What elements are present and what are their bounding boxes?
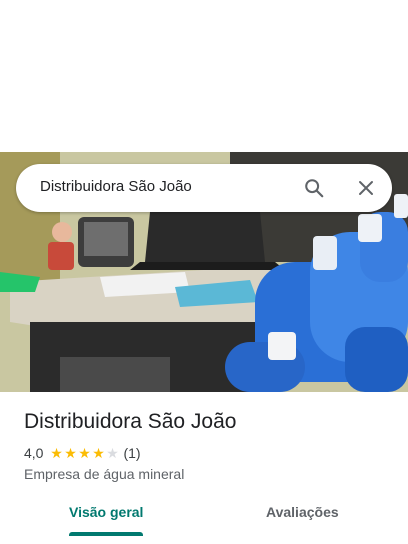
- active-tab-indicator: [69, 532, 143, 536]
- rating-row: 4,0 ★ ★ ★ ★ ★ (1): [24, 445, 141, 461]
- star-icon: ★: [106, 445, 119, 461]
- place-category[interactable]: Empresa de água mineral: [24, 466, 184, 482]
- close-button[interactable]: [354, 176, 378, 200]
- rating-value: 4,0: [24, 445, 44, 461]
- star-icon: ★: [64, 445, 77, 461]
- star-icon: ★: [92, 445, 105, 461]
- star-icon: ★: [78, 445, 91, 461]
- close-icon: [359, 181, 373, 195]
- search-icon: [305, 179, 324, 198]
- place-title: Distribuidora São João: [24, 410, 237, 433]
- review-count[interactable]: (1): [123, 445, 140, 461]
- rating-stars: ★ ★ ★ ★ ★: [49, 446, 119, 460]
- search-query-text[interactable]: Distribuidora São João: [40, 178, 192, 195]
- search-bar[interactable]: Distribuidora São João: [16, 164, 392, 212]
- search-button[interactable]: [302, 176, 326, 200]
- tab-overview[interactable]: Visão geral: [69, 504, 143, 520]
- tab-reviews[interactable]: Avaliações: [266, 504, 339, 520]
- star-icon: ★: [50, 445, 63, 461]
